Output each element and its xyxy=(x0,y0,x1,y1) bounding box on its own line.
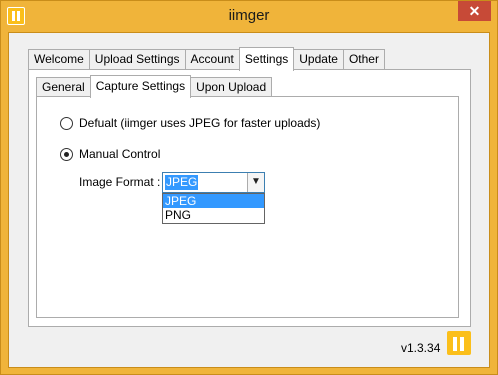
tab-general[interactable]: General xyxy=(36,77,91,97)
tab-upload-settings[interactable]: Upload Settings xyxy=(88,49,186,70)
image-format-dropdown-list: JPEG PNG xyxy=(162,193,265,224)
client-area: Welcome Upload Settings Account Settings… xyxy=(8,32,490,368)
settings-panel: General Capture Settings Upon Upload Def… xyxy=(28,69,471,327)
app-window: iimger ✕ Welcome Upload Settings Account… xyxy=(0,0,498,375)
chevron-down-icon[interactable]: ▼ xyxy=(247,173,264,192)
format-option-png[interactable]: PNG xyxy=(163,208,264,222)
tab-welcome[interactable]: Welcome xyxy=(28,49,90,70)
tab-other[interactable]: Other xyxy=(342,49,385,70)
manual-control-radio[interactable] xyxy=(60,147,73,161)
manual-option-row[interactable]: Manual Control xyxy=(60,147,160,161)
image-format-value: JPEG xyxy=(165,175,199,190)
tab-capture-settings[interactable]: Capture Settings xyxy=(89,75,192,98)
main-tab-strip: Welcome Upload Settings Account Settings… xyxy=(28,47,385,71)
version-label: v1.3.34 xyxy=(401,341,441,355)
tab-update[interactable]: Update xyxy=(293,49,344,70)
default-radio[interactable] xyxy=(60,116,73,130)
tab-upon-upload[interactable]: Upon Upload xyxy=(190,77,273,97)
tab-account[interactable]: Account xyxy=(184,49,240,70)
format-option-jpeg[interactable]: JPEG xyxy=(163,194,264,208)
capture-settings-panel: Defualt (iimger uses JPEG for faster upl… xyxy=(36,96,459,318)
default-option-row[interactable]: Defualt (iimger uses JPEG for faster upl… xyxy=(60,116,320,130)
manual-option-label: Manual Control xyxy=(79,147,161,161)
title-bar[interactable]: iimger ✕ xyxy=(1,1,497,32)
image-format-label: Image Format : xyxy=(79,175,161,189)
window-title: iimger xyxy=(228,7,270,24)
close-button[interactable]: ✕ xyxy=(458,1,491,21)
tab-settings[interactable]: Settings xyxy=(238,47,295,71)
iimger-brand-icon xyxy=(447,331,471,355)
image-format-select[interactable]: JPEG ▼ xyxy=(162,172,265,193)
settings-tab-strip: General Capture Settings Upon Upload xyxy=(36,75,273,98)
default-option-label: Defualt (iimger uses JPEG for faster upl… xyxy=(79,116,321,130)
